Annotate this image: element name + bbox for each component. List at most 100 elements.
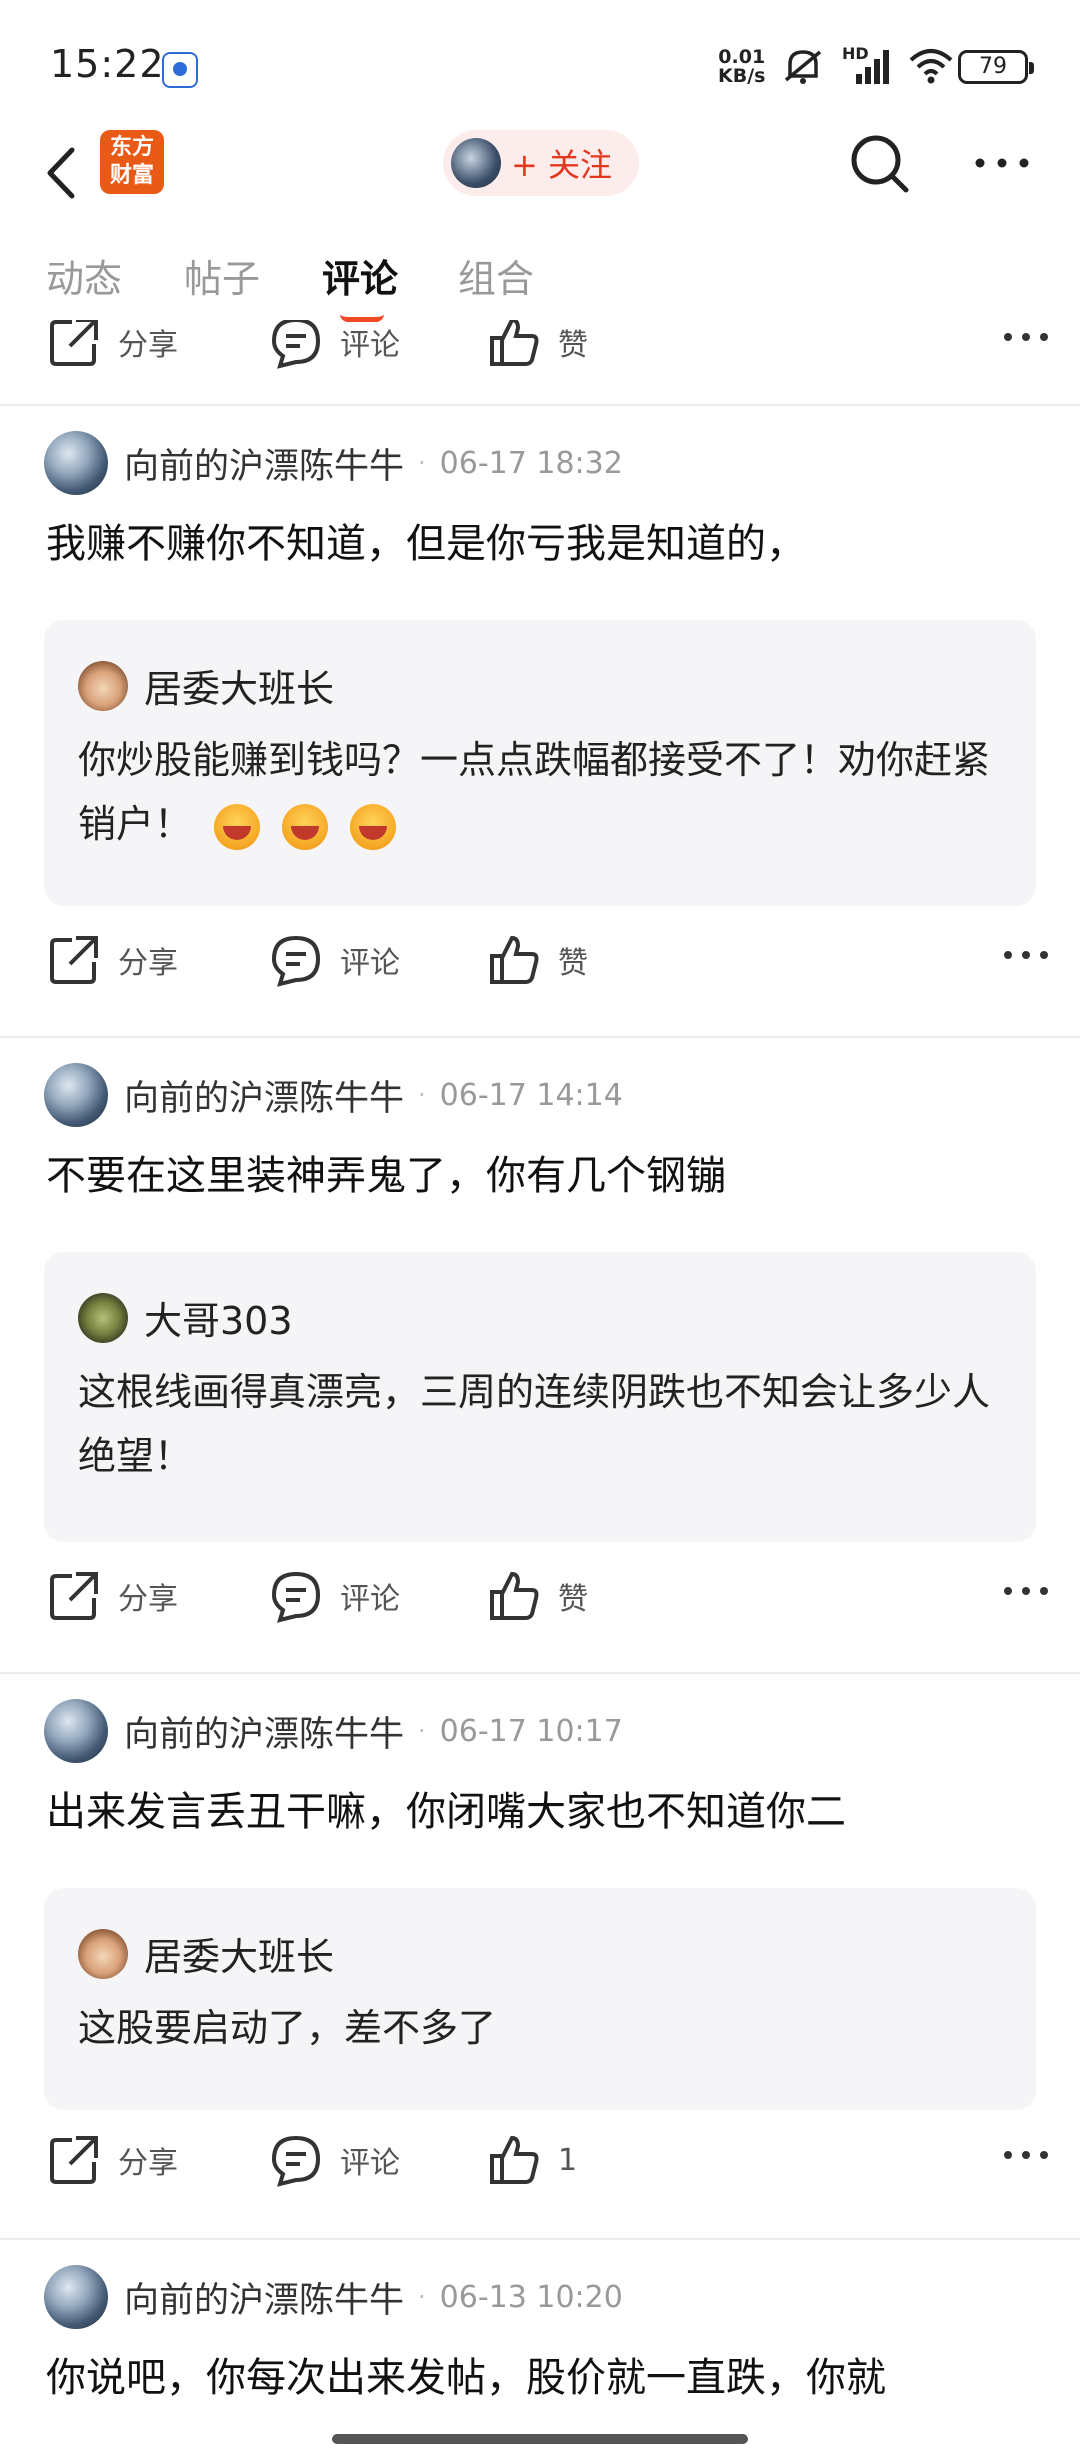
quoted-text: 这股要启动了，差不多了: [78, 2006, 497, 2050]
quoted-post[interactable]: 居委大班长 你炒股能赚到钱吗？一点点跌幅都接受不了！劝你赶紧销户！: [44, 620, 1036, 906]
action-bar: 分享 评论 赞: [0, 320, 1080, 382]
post-header: 向前的沪漂陈牛牛 · 06-13 10:20: [44, 2262, 623, 2332]
more-options-button[interactable]: [972, 138, 1032, 188]
follow-button[interactable]: + 关注: [443, 130, 639, 196]
share-button[interactable]: 分享: [46, 1556, 178, 1636]
like-button[interactable]: 1: [486, 2120, 577, 2200]
comment-icon: [271, 2135, 321, 2187]
share-button[interactable]: 分享: [46, 320, 178, 382]
share-label: 分享: [118, 2146, 178, 2181]
comment-icon: [271, 320, 321, 369]
post-divider: [0, 404, 1080, 406]
comment-label: 评论: [340, 946, 400, 981]
share-icon: [50, 320, 98, 366]
quoted-text: 你炒股能赚到钱吗？一点点跌幅都接受不了！劝你赶紧销户！: [78, 728, 1008, 856]
comment-button[interactable]: 评论: [268, 920, 400, 1000]
share-label: 分享: [118, 1582, 178, 1617]
tab-posts[interactable]: 帖子: [184, 248, 260, 303]
back-button[interactable]: [40, 138, 100, 208]
share-button[interactable]: 分享: [46, 2120, 178, 2200]
separator-dot: ·: [418, 2283, 426, 2311]
comment-button[interactable]: 评论: [268, 1556, 400, 1636]
profile-tabs: 动态 帖子 评论 组合: [0, 248, 1080, 328]
share-label: 分享: [118, 946, 178, 981]
search-button[interactable]: [848, 132, 912, 196]
follow-label: + 关注: [511, 146, 612, 184]
tab-portfolio[interactable]: 组合: [458, 248, 534, 303]
action-bar: 分享 评论 1: [0, 2120, 1080, 2200]
quoted-header: 居委大班长: [78, 1926, 334, 1981]
post-divider: [0, 2238, 1080, 2240]
quoted-header: 大哥303: [78, 1290, 293, 1345]
post-header: 向前的沪漂陈牛牛 · 06-17 14:14: [44, 1060, 623, 1130]
comment-button[interactable]: 评论: [268, 320, 400, 382]
like-button[interactable]: 赞: [486, 320, 588, 382]
thumbs-up-icon: [490, 935, 539, 984]
tab-dynamics[interactable]: 动态: [46, 248, 122, 303]
more-horizontal-icon[interactable]: [1002, 940, 1050, 970]
more-horizontal-icon[interactable]: [1002, 322, 1050, 352]
post-header: 向前的沪漂陈牛牛 · 06-17 10:17: [44, 1696, 623, 1766]
comment-button[interactable]: 评论: [268, 2120, 400, 2200]
comment-text[interactable]: 我赚不赚你不知道，但是你亏我是知道的，: [46, 518, 1036, 570]
search-icon: [851, 135, 909, 193]
status-icons: HD: [780, 44, 954, 86]
status-bar: 15:22 0.01 KB/s HD 79: [0, 0, 1080, 130]
post-time: 06-17 18:32: [439, 445, 623, 481]
thumbs-up-icon: [490, 1571, 539, 1620]
avatar: [78, 1292, 128, 1343]
like-button[interactable]: 赞: [486, 920, 588, 1000]
like-label: 赞: [558, 328, 588, 363]
author-name[interactable]: 向前的沪漂陈牛牛: [124, 1070, 404, 1121]
avatar[interactable]: [44, 1063, 108, 1127]
share-icon: [50, 936, 98, 984]
more-horizontal-icon: [975, 158, 1029, 168]
battery-indicator: 79: [958, 50, 1034, 84]
post-time: 06-13 10:20: [439, 2279, 623, 2315]
comment-feed[interactable]: 分享 评论 赞 向前的沪漂陈牛牛 · 06-17 18:32 我赚不赚你不知道，…: [0, 320, 1080, 2460]
comment-text[interactable]: 出来发言丢丑干嘛，你闭嘴大家也不知道你二: [46, 1786, 1036, 1838]
thumbs-up-icon: [490, 320, 539, 366]
like-button[interactable]: 赞: [486, 1556, 588, 1636]
laughing-emoji-icon: [282, 803, 329, 850]
author-name[interactable]: 向前的沪漂陈牛牛: [124, 1706, 404, 1757]
action-bar: 分享 评论 赞: [0, 1556, 1080, 1636]
comment-card: 向前的沪漂陈牛牛 · 06-17 18:32 我赚不赚你不知道，但是你亏我是知道…: [0, 428, 1080, 987]
author-name[interactable]: 向前的沪漂陈牛牛: [124, 438, 404, 489]
share-button[interactable]: 分享: [46, 920, 178, 1000]
home-indicator[interactable]: [332, 2434, 748, 2444]
avatar[interactable]: [44, 2265, 108, 2329]
network-speed: 0.01 KB/s: [718, 48, 765, 86]
laughing-emoji-icon: [214, 803, 261, 850]
quoted-author: 大哥303: [144, 1299, 293, 1343]
post-header: 向前的沪漂陈牛牛 · 06-17 18:32: [44, 428, 623, 498]
post-time: 06-17 10:17: [439, 1713, 623, 1749]
eastmoney-logo: 东方 财富: [100, 130, 164, 194]
more-horizontal-icon[interactable]: [1002, 2140, 1050, 2170]
top-nav-bar: 东方 财富 + 关注: [0, 118, 1080, 228]
laughing-emoji-icon: [350, 803, 397, 850]
quoted-author: 居委大班长: [144, 667, 335, 711]
tab-comments[interactable]: 评论: [322, 248, 398, 303]
signal-icon: HD: [842, 44, 892, 86]
avatar: [78, 1928, 128, 1979]
quoted-header: 居委大班长: [78, 658, 334, 713]
avatar[interactable]: [44, 1699, 108, 1763]
comment-card: 向前的沪漂陈牛牛 · 06-13 10:20 你说吧，你每次出来发帖，股价就一直…: [0, 2262, 1080, 2460]
author-name[interactable]: 向前的沪漂陈牛牛: [124, 2272, 404, 2323]
action-bar: 分享 评论 赞: [0, 920, 1080, 1000]
more-horizontal-icon[interactable]: [1002, 1576, 1050, 1606]
quoted-post[interactable]: 居委大班长 这股要启动了，差不多了: [44, 1888, 1036, 2110]
comment-label: 评论: [340, 1582, 400, 1617]
share-icon: [50, 1572, 98, 1620]
quoted-text: 这根线画得真漂亮，三周的连续阴跌也不知会让多少人绝望！: [78, 1370, 991, 1478]
comment-text[interactable]: 不要在这里装神弄鬼了，你有几个钢镚: [46, 1150, 1036, 1202]
separator-dot: ·: [418, 1717, 426, 1745]
comment-text[interactable]: 你说吧，你每次出来发帖，股价就一直跌，你就: [46, 2352, 1036, 2404]
logo-text-bottom: 财富: [109, 163, 154, 188]
quoted-post[interactable]: 大哥303 这根线画得真漂亮，三周的连续阴跌也不知会让多少人绝望！: [44, 1252, 1036, 1542]
comment-icon: [271, 1571, 321, 1623]
separator-dot: ·: [418, 449, 426, 477]
avatar[interactable]: [44, 431, 108, 495]
comment-label: 评论: [340, 328, 400, 363]
